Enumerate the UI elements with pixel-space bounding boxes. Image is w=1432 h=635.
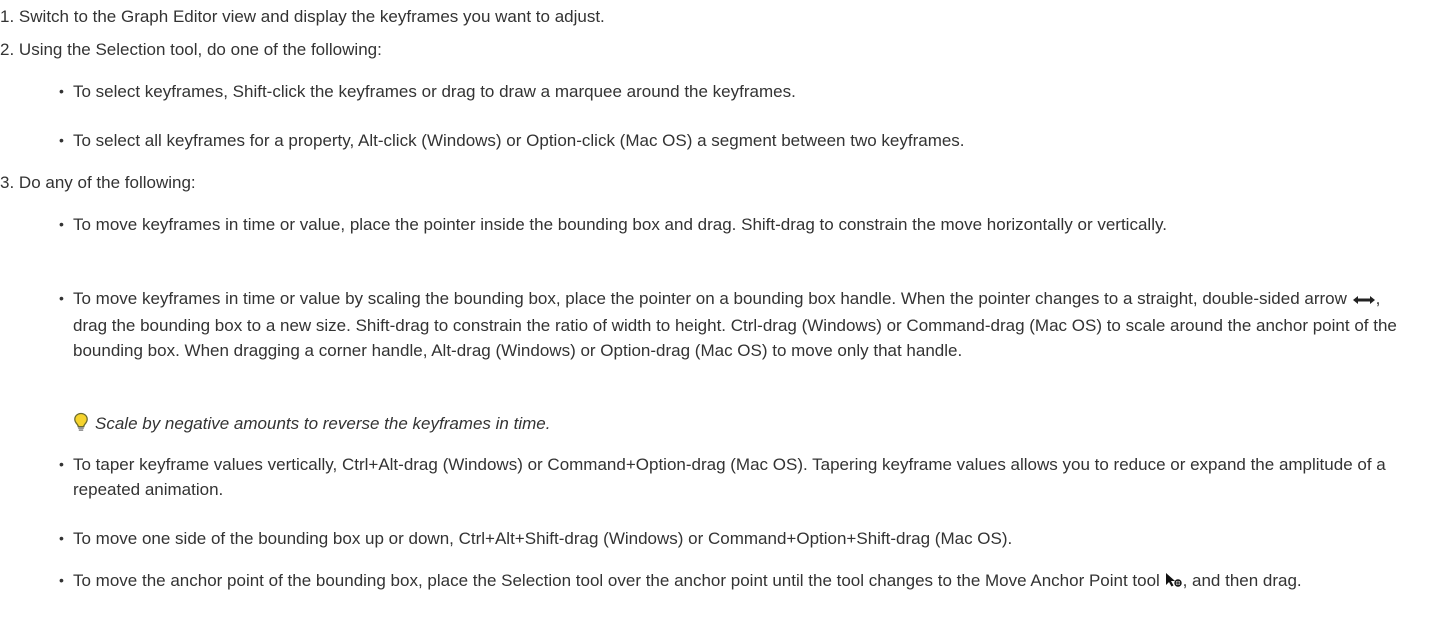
step-number: 2. bbox=[0, 40, 15, 59]
list-item: To move keyframes in time or value by sc… bbox=[59, 286, 1413, 363]
lightbulb-icon bbox=[73, 412, 89, 432]
step-3: 3. Do any of the following: bbox=[0, 170, 196, 195]
list-item-text: , and then drag. bbox=[1182, 571, 1302, 590]
move-anchor-point-tool-icon bbox=[1165, 570, 1183, 595]
step-2: 2. Using the Selection tool, do one of t… bbox=[0, 37, 382, 62]
step-text: Using the Selection tool, do one of the … bbox=[18, 40, 382, 59]
tip: Scale by negative amounts to reverse the… bbox=[73, 411, 1373, 436]
list-item: To select all keyframes for a property, … bbox=[59, 128, 1413, 153]
help-document: 1. Switch to the Graph Editor view and d… bbox=[0, 0, 1432, 635]
step-text: Switch to the Graph Editor view and disp… bbox=[18, 7, 605, 26]
step-1: 1. Switch to the Graph Editor view and d… bbox=[0, 4, 605, 29]
list-item: To move keyframes in time or value, plac… bbox=[59, 212, 1413, 237]
step-number: 1. bbox=[0, 7, 15, 26]
double-sided-arrow-icon bbox=[1352, 288, 1376, 313]
list-item: To move one side of the bounding box up … bbox=[59, 526, 1413, 551]
step-text: Do any of the following: bbox=[18, 173, 196, 192]
step-number: 3. bbox=[0, 173, 15, 192]
list-item: To select keyframes, Shift-click the key… bbox=[59, 79, 1413, 104]
list-item-text: To move keyframes in time or value by sc… bbox=[73, 289, 1352, 308]
list-item-text: To move the anchor point of the bounding… bbox=[73, 571, 1165, 590]
tip-text: Scale by negative amounts to reverse the… bbox=[95, 414, 551, 433]
list-item: To taper keyframe values vertically, Ctr… bbox=[59, 452, 1413, 502]
list-item: To move the anchor point of the bounding… bbox=[59, 568, 1413, 595]
